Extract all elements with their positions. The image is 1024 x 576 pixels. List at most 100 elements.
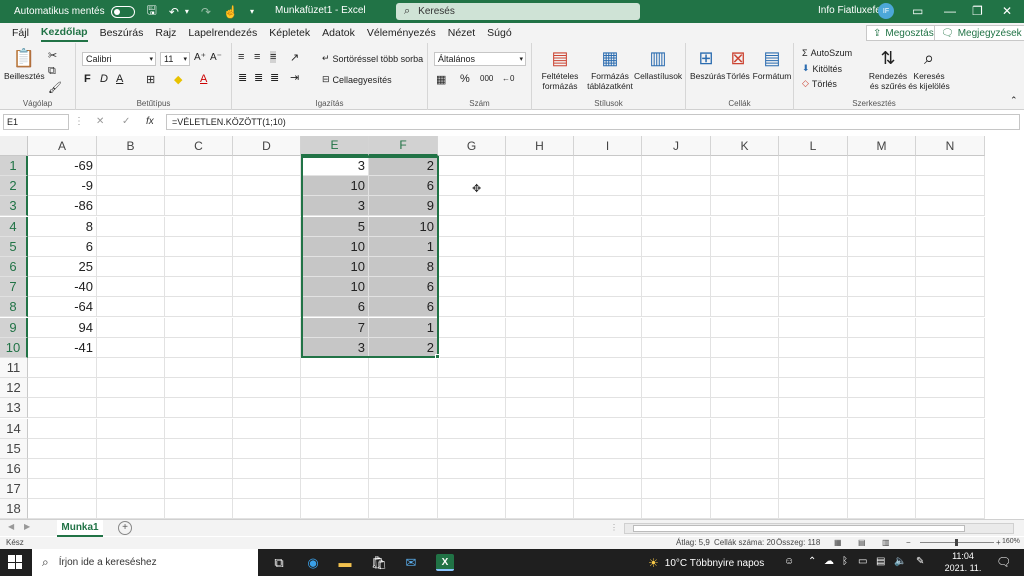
cell-k8[interactable] — [711, 297, 779, 318]
tab-review[interactable]: Véleményezés — [367, 25, 436, 41]
scrollbar-thumb[interactable] — [633, 525, 965, 532]
column-header-a[interactable]: A — [28, 136, 97, 156]
tab-help[interactable]: Súgó — [487, 25, 512, 41]
autosum-button[interactable]: Σ AutoSzum — [802, 48, 852, 58]
font-color-icon[interactable]: A — [200, 73, 207, 85]
row-header-9[interactable]: 9 — [0, 317, 28, 338]
redo-icon[interactable]: ↷ — [201, 5, 211, 19]
cell-g1[interactable] — [438, 156, 506, 176]
insert-function-icon[interactable]: fx — [146, 116, 154, 127]
cell-l1[interactable] — [779, 156, 848, 176]
tab-page-layout[interactable]: Lapelrendezés — [188, 25, 257, 41]
cell-h16[interactable] — [506, 459, 574, 479]
cell-e13[interactable] — [301, 398, 369, 419]
cell-n18[interactable] — [916, 499, 985, 519]
edge-icon[interactable]: ◉ — [304, 554, 322, 571]
cell-i6[interactable] — [574, 257, 642, 277]
cell-h1[interactable] — [506, 156, 574, 176]
row-header-3[interactable]: 3 — [0, 196, 28, 217]
cell-j16[interactable] — [642, 459, 711, 479]
cell-f15[interactable] — [369, 438, 438, 459]
cell-j14[interactable] — [642, 418, 711, 439]
share-button[interactable]: ⇪ Megosztás — [866, 25, 941, 41]
cell-d3[interactable] — [233, 196, 301, 217]
touch-mode-icon[interactable]: ☝ — [223, 5, 238, 19]
cell-c15[interactable] — [165, 438, 233, 459]
cut-icon[interactable]: ✂ — [48, 49, 57, 62]
user-name[interactable]: Info Fiatluxefel — [818, 5, 883, 16]
align-right-icon[interactable]: ≣ — [270, 71, 279, 84]
column-header-m[interactable]: M — [848, 136, 916, 156]
cell-m16[interactable] — [848, 459, 916, 479]
align-center-icon[interactable]: ≣ — [254, 71, 263, 84]
cell-b17[interactable] — [97, 479, 165, 500]
cell-l10[interactable] — [779, 337, 848, 358]
row-header-5[interactable]: 5 — [0, 236, 28, 257]
format-cells-button[interactable]: ▤ Formátum — [752, 47, 792, 81]
cell-c11[interactable] — [165, 358, 233, 378]
cell-k5[interactable] — [711, 236, 779, 257]
cell-l13[interactable] — [779, 398, 848, 419]
font-name-select[interactable]: Calibri ▾ — [82, 52, 156, 66]
cell-h14[interactable] — [506, 418, 574, 439]
number-format-select[interactable]: Általános ▾ — [434, 52, 526, 66]
cell-k10[interactable] — [711, 337, 779, 358]
volume-icon[interactable]: 🔈 — [894, 556, 906, 567]
cell-c9[interactable] — [165, 317, 233, 338]
cell-m7[interactable] — [848, 277, 916, 298]
cloud-icon[interactable]: ☁ — [824, 556, 834, 567]
format-painter-icon[interactable]: 🖌 — [48, 81, 62, 94]
show-hidden-icon[interactable]: ⌃ — [808, 556, 816, 567]
minimize-icon[interactable]: — — [944, 4, 956, 18]
cell-c1[interactable] — [165, 156, 233, 176]
pen-icon[interactable]: ✎ — [916, 556, 924, 567]
percent-icon[interactable]: % — [460, 73, 470, 85]
cell-b10[interactable] — [97, 337, 165, 358]
cell-f11[interactable] — [369, 358, 438, 378]
cell-c18[interactable] — [165, 499, 233, 519]
cell-n12[interactable] — [916, 378, 985, 399]
cell-g15[interactable] — [438, 438, 506, 459]
cell-d14[interactable] — [233, 418, 301, 439]
cell-c3[interactable] — [165, 196, 233, 217]
bluetooth-icon[interactable]: ᛒ — [842, 556, 848, 567]
cell-j3[interactable] — [642, 196, 711, 217]
taskbar-search[interactable]: ⌕ Írjon ide a kereséshez — [32, 549, 258, 576]
cell-f14[interactable] — [369, 418, 438, 439]
cell-d7[interactable] — [233, 277, 301, 298]
tab-insert[interactable]: Beszúrás — [100, 25, 144, 41]
cell-c12[interactable] — [165, 378, 233, 399]
grow-font-icon[interactable]: A⁺ — [194, 52, 206, 63]
normal-view-icon[interactable]: ▦ — [834, 538, 842, 547]
sort-filter-button[interactable]: ⇅ Rendezés és szűrés — [868, 47, 908, 91]
cancel-icon[interactable]: ✕ — [96, 116, 104, 127]
cell-m12[interactable] — [848, 378, 916, 399]
cell-c4[interactable] — [165, 216, 233, 237]
cell-d15[interactable] — [233, 438, 301, 459]
row-header-10[interactable]: 10 — [0, 337, 28, 358]
cell-g16[interactable] — [438, 459, 506, 479]
cell-i1[interactable] — [574, 156, 642, 176]
cell-c2[interactable] — [165, 176, 233, 197]
cell-b6[interactable] — [97, 257, 165, 277]
cell-m3[interactable] — [848, 196, 916, 217]
next-sheet-icon[interactable]: ▶ — [24, 522, 30, 531]
cell-a10[interactable]: -41 — [28, 337, 97, 358]
cell-h2[interactable] — [506, 176, 574, 197]
cell-b16[interactable] — [97, 459, 165, 479]
cell-g18[interactable] — [438, 499, 506, 519]
wrap-text-button[interactable]: ↵ Sortöréssel több sorba — [322, 53, 423, 64]
cell-j10[interactable] — [642, 337, 711, 358]
cell-l11[interactable] — [779, 358, 848, 378]
zoom-in-icon[interactable]: + — [996, 538, 1001, 547]
column-header-e[interactable]: E — [301, 136, 369, 156]
cell-k18[interactable] — [711, 499, 779, 519]
cell-e8[interactable]: 6 — [301, 297, 369, 318]
cell-d11[interactable] — [233, 358, 301, 378]
fill-color-icon[interactable]: ◆ — [174, 73, 182, 86]
cell-j11[interactable] — [642, 358, 711, 378]
column-header-b[interactable]: B — [97, 136, 165, 156]
cell-b15[interactable] — [97, 438, 165, 459]
paste-button[interactable]: 📋 Beillesztés — [4, 47, 45, 81]
find-select-button[interactable]: ⌕ Keresés és kijelölés — [908, 47, 950, 91]
